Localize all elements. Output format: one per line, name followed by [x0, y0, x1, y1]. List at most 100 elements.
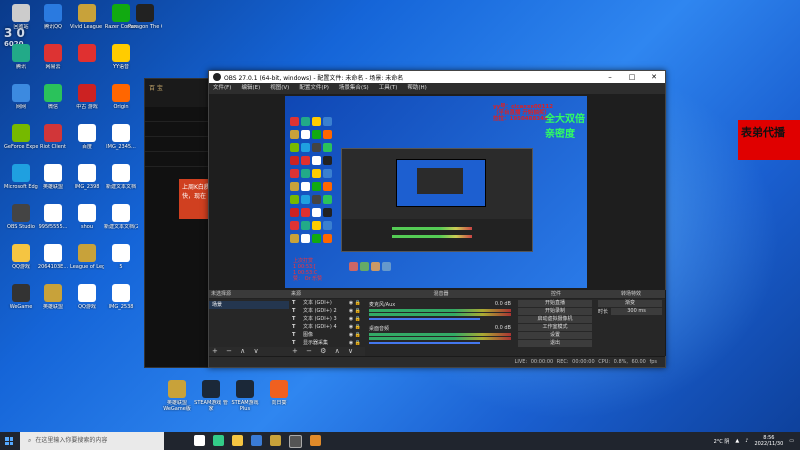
transitions-dock-title: 转场特效: [595, 290, 665, 299]
desktop-icon[interactable]: Paragon The Ove...: [128, 4, 162, 30]
source-item[interactable]: T 文本 (GDI+) 3 ◉ 🔒: [289, 315, 365, 323]
app-icon: [44, 124, 62, 142]
file-explorer-icon[interactable]: [232, 434, 243, 446]
control-button[interactable]: 设置: [518, 332, 592, 339]
app-icon: [112, 44, 130, 62]
mixer-track-name: 桌面音频: [369, 326, 390, 332]
visibility-eye-icon[interactable]: ◉ 🔒: [349, 299, 361, 307]
start-button[interactable]: [0, 432, 18, 450]
desktop-icon[interactable]: 新建文本文档: [104, 164, 138, 190]
desktop-icon[interactable]: QQ游戏: [4, 244, 38, 270]
menu-item[interactable]: 场景集合(S): [339, 83, 369, 94]
network-icon[interactable]: ▲: [735, 438, 739, 444]
desktop-icon[interactable]: 腾讯QQ: [36, 4, 70, 30]
notification-icon[interactable]: ▭: [789, 438, 794, 444]
visibility-eye-icon[interactable]: ◉ 🔒: [349, 323, 361, 331]
close-icon[interactable]: ✕: [643, 71, 665, 83]
visibility-eye-icon[interactable]: ◉ 🔒: [349, 339, 361, 347]
control-button[interactable]: 退出: [518, 340, 592, 347]
search-placeholder: 在这里输入你要搜索的内容: [35, 437, 108, 444]
menu-item[interactable]: 文件(F): [213, 83, 231, 94]
source-item[interactable]: T 文本 (GDI+) 2 ◉ 🔒: [289, 307, 365, 315]
obs-window[interactable]: OBS 27.0.1 (64-bit, windows) - 配置文件: 未命名…: [208, 70, 666, 368]
menu-item[interactable]: 视图(V): [270, 83, 289, 94]
desktop-icon[interactable]: 英雄联盟: [36, 164, 70, 190]
app-icon: [12, 44, 30, 62]
taskbar-search[interactable]: ⌕ 在这里输入你要搜索的内容: [20, 432, 164, 450]
desktop-icon[interactable]: 腾讯: [4, 44, 38, 70]
store-icon[interactable]: [251, 434, 262, 446]
desktop-icon[interactable]: STEAM游戏 Plus: [228, 380, 262, 412]
desktop-icon[interactable]: shou: [70, 204, 104, 230]
desktop-icon[interactable]: WeGame: [4, 284, 38, 310]
desktop-icon[interactable]: 英雄联盟: [36, 284, 70, 310]
desktop-icon[interactable]: 995f5555...: [36, 204, 70, 230]
task-view-icon[interactable]: [194, 434, 205, 446]
volume-slider[interactable]: [369, 342, 480, 344]
volume-icon[interactable]: ♪: [745, 438, 748, 444]
desktop-icon[interactable]: 微信: [36, 84, 70, 110]
weather-text[interactable]: 2°C 阴: [714, 438, 730, 445]
control-button[interactable]: 开始录制: [518, 308, 592, 315]
desktop-icon[interactable]: 回收站: [4, 4, 38, 30]
desktop-icon[interactable]: Origin: [104, 84, 138, 110]
source-item[interactable]: T 文本 (GDI+) ◉ 🔒: [289, 299, 365, 307]
desktop-icon[interactable]: 网易云: [36, 44, 70, 70]
text-source-icon: T: [292, 300, 296, 306]
desktop-icon[interactable]: 向日葵: [262, 380, 296, 406]
desktop-icon[interactable]: OBS Studio: [4, 204, 38, 230]
menu-item[interactable]: 帮助(H): [407, 83, 426, 94]
desktop-icon[interactable]: IMG_2345...: [104, 124, 138, 150]
obs-menubar: 文件(F) 编辑(E) 视图(V) 配置文件(P) 场景集合(S) 工具(T) 帮助(H): [209, 83, 665, 94]
app-icon: [12, 244, 30, 262]
desktop-icon[interactable]: QQ游戏: [70, 284, 104, 310]
app-icon[interactable]: [310, 434, 321, 446]
minimize-icon[interactable]: –: [599, 71, 621, 83]
desktop-icon[interactable]: YY语音: [104, 44, 138, 70]
source-item[interactable]: T 文本 (GDI+) 4 ◉ 🔒: [289, 323, 365, 331]
desktop-icon[interactable]: 百度: [70, 124, 104, 150]
scenes-toolbar[interactable]: + − ∧ ∨: [209, 347, 289, 356]
desktop-icon[interactable]: GeForce Experience: [4, 124, 38, 150]
control-button[interactable]: 开始直播: [518, 300, 592, 307]
transition-type-select[interactable]: 渐变: [598, 300, 662, 307]
lol-icon[interactable]: [270, 434, 281, 446]
sources-toolbar[interactable]: + − ⚙ ∧ ∨: [289, 347, 365, 356]
clock[interactable]: 8:56 2022/11/30: [754, 435, 783, 447]
menu-item[interactable]: 工具(T): [379, 83, 398, 94]
obs-taskbar-icon[interactable]: [289, 434, 302, 448]
visibility-eye-icon[interactable]: ◉ 🔒: [349, 307, 361, 315]
desktop-icon[interactable]: 中古 游戏: [70, 84, 104, 110]
obs-preview[interactable]: yy号：cicaxxx00112 （平台直播 开始抽奖） 拉拉：19504883…: [209, 94, 665, 290]
scenes-dock-title: 未选择源: [209, 290, 289, 299]
edge-icon[interactable]: [213, 434, 224, 446]
desktop-icon[interactable]: 5: [104, 244, 138, 270]
desktop-icon[interactable]: [70, 44, 104, 64]
source-item[interactable]: T 显示器采集 ◉ 🔒: [289, 339, 365, 347]
scene-item[interactable]: 场景: [209, 301, 289, 309]
desktop-icon[interactable]: 英雄联盟 WeGame版: [160, 380, 194, 412]
desktop-icon[interactable]: IMG_2538: [104, 284, 138, 310]
desktop-icon[interactable]: Vivid League ...: [70, 4, 104, 30]
duration-input[interactable]: 300 ms: [611, 308, 662, 315]
visibility-eye-icon[interactable]: ◉ 🔒: [349, 331, 361, 339]
preview-avatars: [349, 262, 391, 271]
volume-slider[interactable]: [369, 318, 480, 320]
desktop-icon[interactable]: League of Legends: [70, 244, 104, 270]
control-button[interactable]: 工作室模式: [518, 324, 592, 331]
desktop-icon[interactable]: STEAM游戏 管家: [194, 380, 228, 412]
desktop-icon[interactable]: IMG_2398: [70, 164, 104, 190]
visibility-eye-icon[interactable]: ◉ 🔒: [349, 315, 361, 323]
audio-meter: [369, 309, 511, 312]
desktop-icon[interactable]: Microsoft Edge: [4, 164, 38, 190]
desktop-icon[interactable]: Riot Client: [36, 124, 70, 150]
maximize-icon[interactable]: □: [621, 71, 643, 83]
desktop-icon[interactable]: 网网: [4, 84, 38, 110]
menu-item[interactable]: 配置文件(P): [299, 83, 329, 94]
desktop-icon[interactable]: 新建文本文档(2): [104, 204, 138, 230]
desktop-icon[interactable]: 2064103E...: [36, 244, 70, 270]
control-button[interactable]: 启动虚拟摄像机: [518, 316, 592, 323]
source-item[interactable]: T 图像 ◉ 🔒: [289, 331, 365, 339]
menu-item[interactable]: 编辑(E): [241, 83, 260, 94]
preview-canvas[interactable]: yy号：cicaxxx00112 （平台直播 开始抽奖） 拉拉：19504883…: [285, 96, 587, 288]
